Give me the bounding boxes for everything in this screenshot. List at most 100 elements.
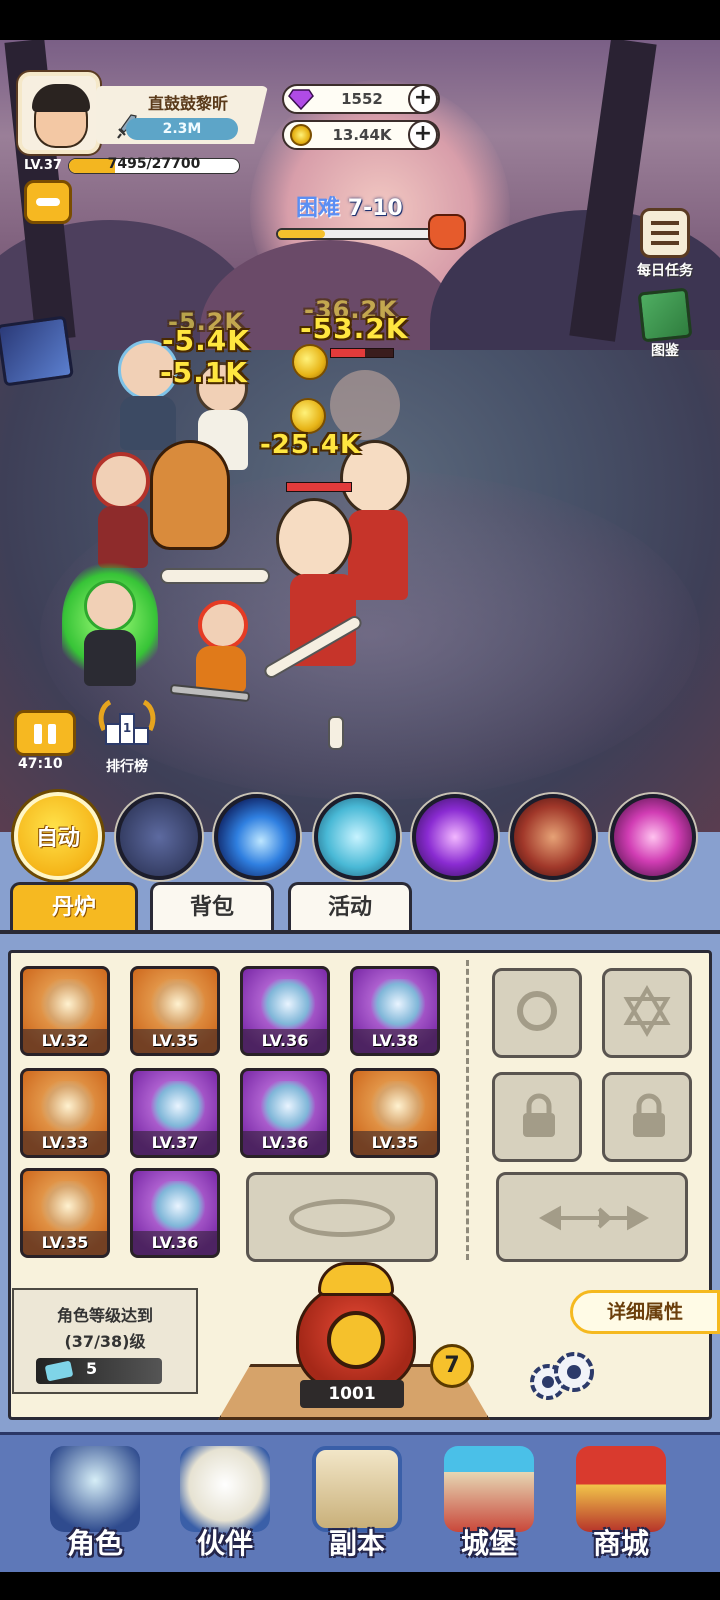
blue-comet-icon[interactable]: [214, 794, 300, 880]
hero-green-flame: [84, 580, 136, 632]
equip-slot-star[interactable]: [602, 968, 692, 1058]
furnace-count: 1001: [300, 1380, 404, 1408]
equip-slot-locked[interactable]: [492, 1072, 582, 1162]
inventory-item[interactable]: LV.36: [240, 966, 330, 1056]
add-gems-button[interactable]: +: [408, 84, 438, 114]
nav-castle[interactable]: 城堡: [424, 1436, 554, 1566]
lightning-rune-icon[interactable]: [116, 794, 202, 880]
stage-title: 困难 7-10: [296, 190, 403, 222]
inventory-item[interactable]: LV.36: [240, 1068, 330, 1158]
gourd-icon: [261, 1081, 315, 1131]
item-level: LV.35: [353, 1131, 437, 1155]
item-level: LV.35: [23, 1231, 107, 1255]
purple-vortex-icon[interactable]: [412, 794, 498, 880]
inventory-item[interactable]: LV.38: [350, 966, 440, 1056]
item-level: LV.32: [23, 1029, 107, 1053]
pink-spiral-icon[interactable]: [610, 794, 696, 880]
wolf-beast-icon[interactable]: [510, 794, 596, 880]
svg-text:1: 1: [123, 721, 131, 735]
coin-icon: [290, 124, 312, 146]
leaderboard-label: 排行榜: [106, 759, 148, 775]
add-coins-button[interactable]: +: [408, 120, 438, 150]
nav-dungeon[interactable]: 副本: [292, 1436, 422, 1566]
gear-icon[interactable]: [522, 1346, 602, 1406]
list-icon: [651, 221, 679, 225]
panel-divider: [466, 960, 469, 1260]
shiba-dog-hero: [150, 440, 230, 550]
codex-label: 图鉴: [651, 343, 679, 359]
collapse-button[interactable]: [24, 180, 72, 224]
furnace-emblem-icon: [327, 1311, 385, 1369]
inventory-item[interactable]: LV.32: [20, 966, 110, 1056]
inventory-item[interactable]: LV.37: [130, 1068, 220, 1158]
monk-enemy: [276, 498, 352, 580]
enemy-hp-bar: [286, 482, 352, 492]
ticket-count: 5: [86, 1359, 98, 1378]
item-level: LV.36: [243, 1131, 327, 1155]
nav-label: 副本: [328, 1527, 385, 1560]
nav-partner[interactable]: 伙伴: [160, 1436, 290, 1566]
coin-count: 13.44K: [332, 126, 392, 144]
nav-character[interactable]: 角色: [30, 1436, 160, 1566]
lock-icon: [523, 1093, 555, 1137]
bone: [328, 716, 344, 750]
inventory-item[interactable]: LV.35: [20, 1168, 110, 1258]
tab-alchemy-furnace[interactable]: 丹炉: [10, 882, 138, 932]
inventory-item[interactable]: LV.36: [130, 1168, 220, 1258]
equip-slot-amulet[interactable]: [492, 968, 582, 1058]
lock-icon: [633, 1093, 665, 1137]
detail-attributes-button[interactable]: 详细属性: [570, 1290, 720, 1334]
codex-book-button[interactable]: [637, 287, 693, 343]
swirl-shield-icon: [151, 1081, 205, 1131]
shop-icon: [576, 1446, 666, 1532]
bone: [160, 568, 270, 584]
inventory-item[interactable]: LV.35: [130, 966, 220, 1056]
pause-button[interactable]: [14, 710, 76, 756]
partner-icon: [180, 1446, 270, 1532]
daily-tasks-button[interactable]: [640, 208, 690, 258]
boots-icon: [151, 1181, 205, 1231]
leaderboard-icon[interactable]: 1: [96, 700, 158, 752]
inventory-item[interactable]: LV.33: [20, 1068, 110, 1158]
scroll-creature-icon: [151, 979, 205, 1029]
spear-slot-icon: [539, 1205, 649, 1231]
furnace-level-badge: 7: [430, 1344, 474, 1388]
stage-number: 7-10: [347, 196, 403, 221]
tab-backpack[interactable]: 背包: [150, 882, 274, 932]
avatar-hair: [32, 84, 90, 112]
alchemy-furnace[interactable]: [296, 1282, 416, 1392]
equip-slot-locked[interactable]: [602, 1072, 692, 1162]
item-level: LV.36: [133, 1231, 217, 1255]
boss-icon: [428, 214, 466, 250]
player-avatar[interactable]: [18, 72, 100, 154]
nav-label: 城堡: [460, 1527, 517, 1560]
battle-timer: 47:10: [18, 756, 63, 772]
enemy-body: [348, 510, 408, 600]
character-icon: [50, 1446, 140, 1532]
hexagram-slot-icon: [623, 985, 671, 1037]
golden-fruit-icon: [371, 1081, 425, 1131]
damage-number: -25.4K: [260, 430, 362, 460]
coin-drop-icon: [292, 344, 328, 380]
hero-body: [196, 646, 246, 692]
exp-text: 7495/27700: [107, 156, 201, 172]
ice-qilin-icon[interactable]: [314, 794, 400, 880]
tab-events[interactable]: 活动: [288, 882, 412, 932]
inventory-item[interactable]: LV.35: [350, 1068, 440, 1158]
player-level: LV.37: [24, 158, 62, 173]
equip-slot-weapon[interactable]: [496, 1172, 688, 1262]
gem-icon: [288, 89, 314, 110]
stage-progress-bar: [276, 228, 436, 240]
player-name: 直鼓鼓黎昕: [147, 94, 228, 113]
hero-spiky-red: [198, 600, 248, 650]
equip-slot-array[interactable]: [246, 1172, 438, 1262]
jade-orb-icon: [371, 979, 425, 1029]
nav-shop[interactable]: 商城: [556, 1436, 686, 1566]
item-level: LV.38: [353, 1029, 437, 1053]
nav-label: 角色: [66, 1527, 123, 1560]
hero-red-hair: [92, 452, 150, 510]
ticket-bar: [36, 1358, 162, 1384]
nav-label: 商城: [592, 1527, 649, 1560]
gem-count: 1552: [341, 90, 383, 108]
crown-icon: [41, 1081, 95, 1131]
